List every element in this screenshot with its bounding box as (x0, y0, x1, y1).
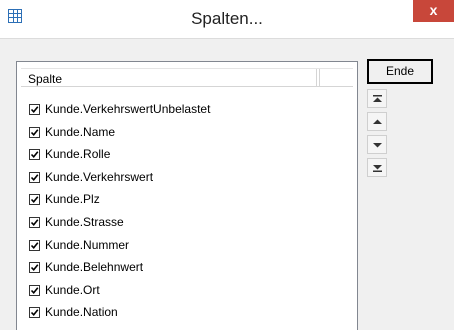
checkmark-icon (30, 241, 39, 249)
list-item-label: Kunde.Nummer (45, 237, 130, 252)
checkbox[interactable] (29, 262, 40, 274)
window-title: Spalten... (191, 9, 263, 28)
list-item-label: Kunde.Strasse (45, 215, 124, 229)
checkbox[interactable] (29, 126, 40, 138)
checkmark-icon (30, 106, 39, 114)
column-header-label: Spalte (28, 72, 63, 86)
move-to-top-icon (373, 95, 382, 102)
checkmark-icon (30, 196, 39, 204)
column-divider (319, 69, 320, 86)
checkmark-icon (30, 264, 39, 272)
checkmark-icon (30, 128, 39, 136)
move-to-bottom-icon (373, 165, 382, 172)
checkbox[interactable] (29, 171, 40, 183)
checkmark-icon (30, 309, 39, 317)
move-up-icon (373, 119, 382, 124)
column-header[interactable]: Spalte (21, 68, 353, 87)
list-item-label: Kunde.Ort (45, 282, 100, 297)
list-item-label: Kunde.Nation (45, 305, 118, 320)
move-down-icon (373, 143, 382, 148)
column-divider (316, 69, 317, 86)
checkmark-icon (30, 219, 39, 227)
checkbox[interactable] (29, 239, 40, 251)
list-item-label: Kunde.Belehnwert (45, 260, 144, 275)
checkmark-icon (30, 287, 39, 294)
checkbox[interactable] (29, 104, 40, 115)
list-item-label: Kunde.Rolle (45, 147, 111, 162)
column-list[interactable]: Spalte Kunde.VerkehrswertUnbelastet Kunde… (16, 61, 358, 330)
ende-button[interactable]: Ende (367, 59, 433, 84)
move-to-bottom-button[interactable] (367, 158, 387, 177)
checkbox[interactable] (29, 217, 40, 228)
list-item-label: Kunde.VerkehrswertUnbelastet (45, 102, 211, 116)
move-up-button[interactable] (367, 112, 387, 131)
close-button[interactable]: x (413, 0, 454, 22)
list-item-label: Kunde.Plz (45, 192, 100, 207)
checkbox[interactable] (29, 307, 40, 319)
move-to-top-button[interactable] (367, 89, 387, 108)
title-bar: Spalten... x (0, 0, 454, 39)
list-item-label: Kunde.Verkehrswert (45, 169, 154, 184)
checkbox[interactable] (29, 284, 40, 296)
checkbox[interactable] (29, 194, 40, 206)
checkbox[interactable] (29, 149, 40, 161)
checkmark-icon (30, 174, 39, 181)
list-item-label: Kunde.Name (45, 124, 116, 139)
move-down-button[interactable] (367, 135, 387, 154)
checkmark-icon (30, 151, 39, 159)
